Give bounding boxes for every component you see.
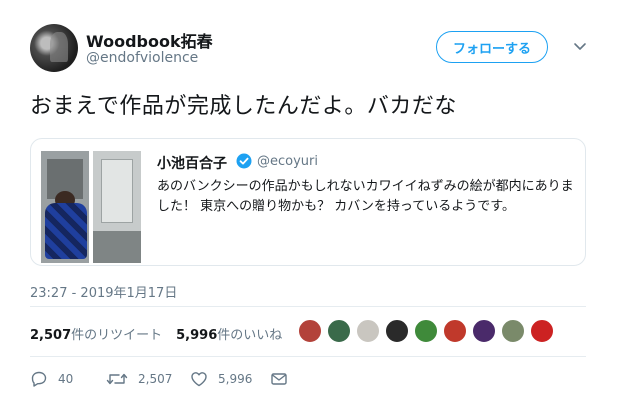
chevron-down-icon[interactable] (570, 36, 590, 56)
reply-icon[interactable] (30, 370, 48, 388)
quoted-tweet[interactable]: 小池百合子 @ecoyuri あのバンクシーの作品かもしれないカワイイねずみの絵… (30, 138, 586, 266)
quoted-author-name[interactable]: 小池百合子 (157, 153, 227, 173)
message-action[interactable] (270, 370, 298, 388)
envelope-icon[interactable] (270, 370, 288, 388)
quoted-media[interactable] (31, 139, 141, 265)
tweet-header: Woodbook拓春 @endofviolence フォローする (30, 24, 600, 74)
liker-avatar[interactable] (530, 319, 554, 343)
reply-action[interactable]: 40 (30, 370, 73, 388)
author-name[interactable]: Woodbook拓春 (86, 28, 213, 52)
heart-icon[interactable] (190, 370, 208, 388)
liker-avatar[interactable] (501, 319, 525, 343)
liker-avatar[interactable] (356, 319, 380, 343)
like-count: 5,996 (176, 328, 218, 343)
quoted-photo-2[interactable] (93, 151, 141, 263)
author-handle[interactable]: @endofviolence (86, 50, 198, 66)
tweet-actions: 40 2,507 5,996 (30, 370, 430, 390)
author-avatar[interactable] (30, 24, 78, 72)
reply-count: 40 (58, 372, 74, 386)
quoted-text: あのバンクシーの作品かもしれないカワイイねずみの絵が都内にありました！ 東京への… (157, 179, 574, 214)
quoted-photo-1[interactable] (41, 151, 89, 263)
like-action[interactable]: 5,996 (190, 370, 252, 388)
liker-avatar[interactable] (298, 319, 322, 343)
follow-button[interactable]: フォローする (436, 31, 548, 63)
like-stat-label: 件のいいね (217, 328, 283, 343)
liker-avatar[interactable] (472, 319, 496, 343)
liker-avatar[interactable] (385, 319, 409, 343)
liker-avatar[interactable] (327, 319, 351, 343)
liker-avatar[interactable] (414, 319, 438, 343)
retweet-action[interactable]: 2,507 (106, 370, 172, 388)
retweet-stat[interactable]: 2,507件のリツイート (30, 328, 162, 343)
tweet-stats: 2,507件のリツイート 5,996件のいいね (30, 324, 282, 343)
tweet-timestamp[interactable]: 23:27 - 2019年1月17日 (30, 282, 177, 301)
like-action-count: 5,996 (218, 372, 253, 386)
liker-avatar[interactable] (443, 319, 467, 343)
quoted-author-handle[interactable]: @ecoyuri (257, 154, 318, 169)
tweet-text: おまえで作品が完成したんだよ。バカだな (30, 94, 457, 119)
retweet-action-count: 2,507 (138, 372, 173, 386)
divider (30, 306, 586, 307)
retweet-icon[interactable] (106, 370, 128, 388)
like-stat[interactable]: 5,996件のいいね (176, 328, 282, 343)
divider (30, 356, 586, 357)
retweet-stat-label: 件のリツイート (71, 328, 163, 343)
retweet-count: 2,507 (30, 328, 72, 343)
verified-badge-icon (236, 153, 252, 169)
